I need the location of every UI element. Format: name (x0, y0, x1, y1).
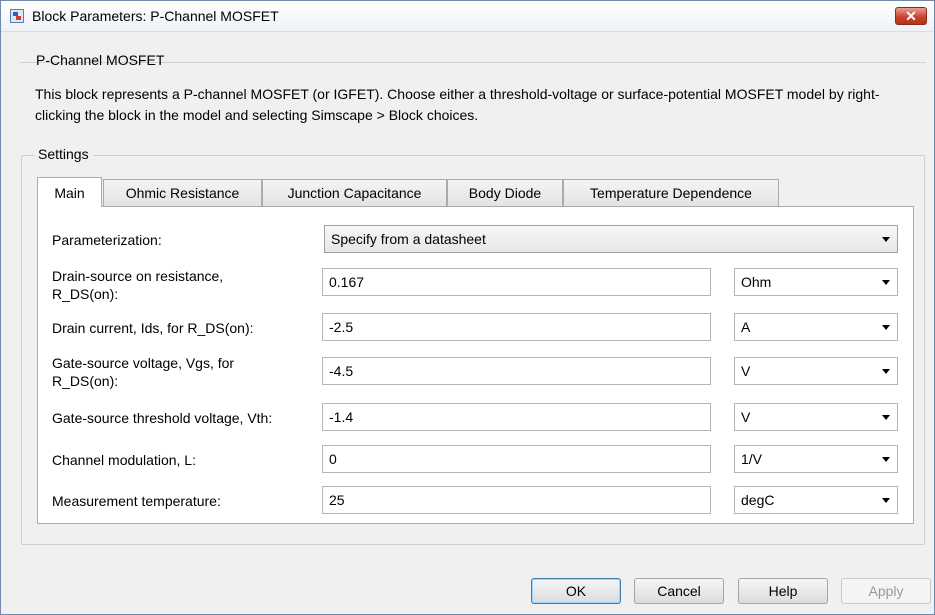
cancel-button[interactable]: Cancel (634, 578, 724, 604)
tab-main[interactable]: Main (37, 177, 102, 207)
block-name-heading: P-Channel MOSFET (36, 52, 165, 68)
tab-ohmic-resistance[interactable]: Ohmic Resistance (103, 179, 262, 206)
chevron-down-icon (882, 369, 890, 374)
drain-current-unit-value: A (741, 319, 751, 335)
threshold-voltage-unit[interactable]: V (734, 403, 898, 431)
chevron-down-icon (882, 280, 890, 285)
tab-temperature-dependence[interactable]: Temperature Dependence (563, 179, 779, 206)
tab-body-diode[interactable]: Body Diode (447, 179, 563, 206)
gate-source-voltage-unit[interactable]: V (734, 357, 898, 385)
simulink-block-icon (10, 9, 24, 23)
parameterization-label: Parameterization: (52, 232, 162, 248)
close-button[interactable]: ✕ (895, 7, 927, 25)
drain-source-resistance-input[interactable]: 0.167 (322, 268, 711, 296)
measurement-temperature-unit-value: degC (741, 492, 775, 508)
drain-source-resistance-unit-value: Ohm (741, 274, 772, 290)
drain-current-input[interactable]: -2.5 (322, 313, 711, 341)
drain-source-resistance-label: Drain-source on resistance, R_DS(on): (52, 268, 224, 302)
measurement-temperature-input[interactable]: 25 (322, 486, 711, 514)
drain-source-resistance-unit[interactable]: Ohm (734, 268, 898, 296)
settings-heading: Settings (34, 146, 93, 162)
gate-source-voltage-input[interactable]: -4.5 (322, 357, 711, 385)
chevron-down-icon (882, 457, 890, 462)
parameterization-value: Specify from a datasheet (331, 231, 486, 247)
drain-current-label: Drain current, Ids, for R_DS(on): (52, 320, 254, 336)
drain-current-unit[interactable]: A (734, 313, 898, 341)
measurement-temperature-label: Measurement temperature: (52, 493, 221, 509)
tab-junction-capacitance[interactable]: Junction Capacitance (262, 179, 447, 206)
ok-button[interactable]: OK (531, 578, 621, 604)
parameterization-select[interactable]: Specify from a datasheet (324, 225, 898, 253)
channel-modulation-unit-value: 1/V (741, 451, 763, 467)
window-title: Block Parameters: P-Channel MOSFET (32, 8, 279, 24)
chevron-down-icon (882, 325, 890, 330)
channel-modulation-unit[interactable]: 1/V (734, 445, 898, 473)
title-bar[interactable]: Block Parameters: P-Channel MOSFET ✕ (1, 1, 934, 32)
chevron-down-icon (882, 237, 890, 242)
apply-button[interactable]: Apply (841, 578, 931, 604)
chevron-down-icon (882, 415, 890, 420)
help-button[interactable]: Help (738, 578, 828, 604)
chevron-down-icon (882, 498, 890, 503)
measurement-temperature-unit[interactable]: degC (734, 486, 898, 514)
gate-source-voltage-unit-value: V (741, 363, 751, 379)
threshold-voltage-label: Gate-source threshold voltage, Vth: (52, 410, 273, 426)
channel-modulation-input[interactable]: 0 (322, 445, 711, 473)
channel-modulation-label: Channel modulation, L: (52, 452, 196, 468)
threshold-voltage-unit-value: V (741, 409, 751, 425)
block-description: This block represents a P-channel MOSFET… (35, 86, 880, 123)
threshold-voltage-input[interactable]: -1.4 (322, 403, 711, 431)
gate-source-voltage-label: Gate-source voltage, Vgs, for R_DS(on): (52, 355, 235, 389)
